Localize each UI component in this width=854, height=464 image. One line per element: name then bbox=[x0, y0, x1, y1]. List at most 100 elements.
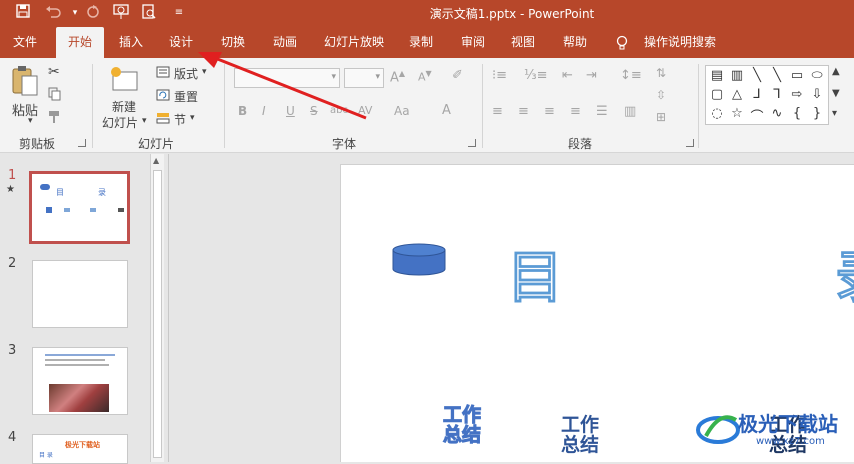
scroll-thumb[interactable] bbox=[153, 170, 162, 458]
font-family-combo[interactable]: ▾ bbox=[234, 68, 340, 88]
increase-font-icon[interactable]: A▲ bbox=[390, 69, 405, 85]
tab-transitions[interactable]: 切换 bbox=[212, 27, 254, 58]
slide-thumbnail-1[interactable]: 目 录 bbox=[29, 171, 130, 244]
arrow-right-shape-icon[interactable]: ⇨ bbox=[788, 87, 806, 102]
scroll-up-icon[interactable]: ▲ bbox=[153, 156, 159, 165]
tab-animations[interactable]: 动画 bbox=[264, 27, 306, 58]
slide-title-char-2[interactable]: 录 bbox=[835, 248, 854, 309]
decrease-font-icon[interactable]: A▼ bbox=[418, 69, 432, 84]
freeform-shape-icon[interactable]: ∿ bbox=[768, 106, 786, 121]
thumbnail-scrollbar[interactable]: ▲ bbox=[150, 154, 164, 462]
bold-button[interactable]: B bbox=[238, 104, 247, 118]
brace-right-shape-icon[interactable]: } bbox=[808, 106, 826, 121]
clear-format-icon[interactable]: ✐ bbox=[452, 68, 463, 83]
cylinder-shape[interactable] bbox=[392, 243, 446, 280]
cut-icon[interactable]: ✂ bbox=[48, 64, 60, 80]
ribbon-tabs: 文件 开始 插入 设计 切换 动画 幻灯片放映 录制 审阅 视图 帮助 操作说明… bbox=[0, 27, 854, 58]
oval-shape-icon[interactable]: ⬭ bbox=[808, 68, 826, 83]
new-slide-label-1[interactable]: 新建 bbox=[112, 98, 136, 115]
thumb-item bbox=[118, 208, 124, 212]
paste-dropdown-icon[interactable]: ▾ bbox=[28, 116, 33, 126]
arrow-down-shape-icon[interactable]: ⇩ bbox=[808, 87, 826, 102]
change-case-button[interactable]: Aa bbox=[394, 104, 410, 118]
paste-button[interactable]: 粘贴 bbox=[12, 100, 38, 119]
strikethrough-button[interactable]: S bbox=[310, 104, 318, 118]
line-spacing-icon[interactable]: ↕≡ bbox=[620, 68, 642, 83]
justify-icon[interactable]: ≡ bbox=[570, 104, 581, 119]
slide-item-2[interactable]: 工作总结 bbox=[561, 415, 601, 455]
textbox-shape-icon[interactable]: ▤ bbox=[708, 68, 726, 83]
rounded-rect-shape-icon[interactable]: ▢ bbox=[708, 87, 726, 102]
distribute-icon[interactable]: ☰ bbox=[596, 104, 608, 119]
reset-button[interactable]: 重置 bbox=[174, 88, 198, 105]
vertical-textbox-shape-icon[interactable]: ▥ bbox=[728, 68, 746, 83]
section-button[interactable]: 节 bbox=[174, 111, 186, 128]
slide-item-1[interactable]: 工作总结 bbox=[443, 405, 483, 446]
shapes-scroll-down-icon[interactable]: ▼ bbox=[832, 88, 840, 99]
lightbulb-icon[interactable] bbox=[612, 27, 632, 58]
shadow-button[interactable]: abc bbox=[330, 105, 348, 116]
star-shape-icon[interactable]: ☆ bbox=[728, 106, 746, 121]
new-slide-label-2[interactable]: 幻灯片 bbox=[102, 114, 138, 131]
shapes-scroll-up-icon[interactable]: ▲ bbox=[832, 66, 840, 77]
watermark-url: www.xz7.com bbox=[756, 436, 825, 447]
italic-button[interactable]: I bbox=[262, 104, 266, 118]
shapes-more-icon[interactable]: ▾ bbox=[832, 108, 837, 119]
columns-icon[interactable]: ▥ bbox=[624, 104, 636, 119]
align-left-icon[interactable]: ≡ bbox=[492, 104, 503, 119]
increase-indent-icon[interactable]: ⇥ bbox=[586, 68, 597, 83]
tab-design[interactable]: 设计 bbox=[160, 27, 202, 58]
curve-shape-icon[interactable]: ⌒ bbox=[748, 106, 766, 125]
tab-review[interactable]: 审阅 bbox=[452, 27, 494, 58]
underline-button[interactable]: U bbox=[286, 104, 295, 118]
tab-slideshow[interactable]: 幻灯片放映 bbox=[318, 27, 390, 58]
font-color-button[interactable]: A bbox=[442, 103, 451, 118]
char-spacing-button[interactable]: AV bbox=[358, 104, 372, 117]
layout-dropdown-icon[interactable]: ▾ bbox=[202, 67, 207, 77]
line-shape-icon[interactable]: ╲ bbox=[748, 68, 766, 83]
watermark-text: 极光下载站 bbox=[738, 412, 838, 436]
copy-icon[interactable] bbox=[48, 87, 62, 104]
tab-help[interactable]: 帮助 bbox=[554, 27, 596, 58]
new-slide-dropdown-icon[interactable]: ▾ bbox=[142, 116, 147, 126]
slide-title-char[interactable]: 目 bbox=[507, 248, 564, 309]
shapes-gallery[interactable]: ▤ ▥ ╲ ╲ ▭ ⬭ ▢ △ ⅃ ⅂ ⇨ ⇩ ◌ ☆ ⌒ ∿ { } bbox=[705, 65, 829, 125]
numbering-icon[interactable]: ⅓≡ bbox=[524, 68, 548, 83]
slide-thumbnail-2[interactable] bbox=[32, 260, 128, 328]
callout-shape-icon[interactable]: ◌ bbox=[708, 106, 726, 121]
tab-file[interactable]: 文件 bbox=[4, 27, 46, 58]
new-slide-icon[interactable] bbox=[108, 64, 140, 99]
text-direction-icon[interactable]: ⇅ bbox=[656, 66, 666, 80]
bullets-icon[interactable]: ⁝≡ bbox=[492, 68, 507, 83]
paste-icon[interactable] bbox=[10, 64, 40, 101]
align-center-icon[interactable]: ≡ bbox=[518, 104, 529, 119]
clipboard-launcher-icon[interactable] bbox=[78, 139, 86, 147]
elbow-connector-shape-icon[interactable]: ⅃ bbox=[748, 87, 766, 102]
slide-thumbnail-4[interactable]: 极光下载站 目 录 bbox=[32, 434, 128, 464]
thumb-text-line bbox=[45, 364, 109, 366]
font-launcher-icon[interactable] bbox=[468, 139, 476, 147]
section-dropdown-icon[interactable]: ▾ bbox=[190, 113, 195, 123]
tell-me-search[interactable]: 操作说明搜索 bbox=[638, 27, 722, 58]
tab-view[interactable]: 视图 bbox=[502, 27, 544, 58]
slide-thumbnail-3[interactable] bbox=[32, 347, 128, 415]
elbow-arrow-shape-icon[interactable]: ⅂ bbox=[768, 87, 786, 102]
layout-button[interactable]: 版式 bbox=[174, 65, 198, 82]
paragraph-launcher-icon[interactable] bbox=[686, 139, 694, 147]
layout-icon[interactable] bbox=[156, 66, 170, 81]
tab-insert[interactable]: 插入 bbox=[110, 27, 152, 58]
tab-home[interactable]: 开始 bbox=[56, 27, 104, 58]
align-right-icon[interactable]: ≡ bbox=[544, 104, 555, 119]
line-diagonal-shape-icon[interactable]: ╲ bbox=[768, 68, 786, 83]
section-icon[interactable] bbox=[156, 112, 170, 127]
format-painter-icon[interactable] bbox=[48, 110, 62, 127]
reset-icon[interactable] bbox=[156, 89, 170, 104]
tab-record[interactable]: 录制 bbox=[400, 27, 442, 58]
smartart-icon[interactable]: ⊞ bbox=[656, 110, 666, 124]
rectangle-shape-icon[interactable]: ▭ bbox=[788, 68, 806, 83]
decrease-indent-icon[interactable]: ⇤ bbox=[562, 68, 573, 83]
triangle-shape-icon[interactable]: △ bbox=[728, 87, 746, 102]
font-size-combo[interactable]: ▾ bbox=[344, 68, 384, 88]
align-text-icon[interactable]: ⇳ bbox=[656, 88, 666, 102]
brace-left-shape-icon[interactable]: { bbox=[788, 106, 806, 121]
